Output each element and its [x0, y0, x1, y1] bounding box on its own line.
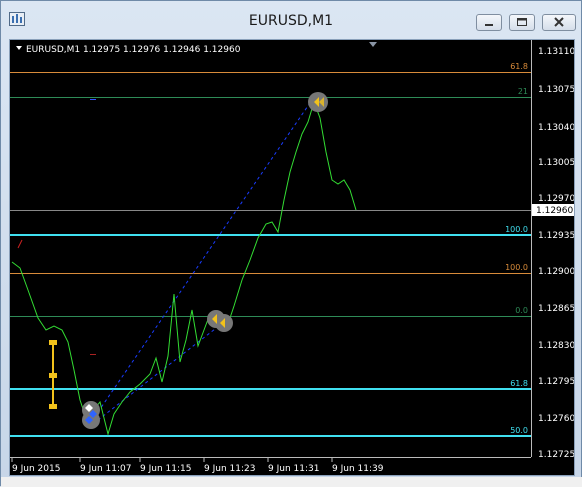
minimize-button[interactable] [476, 14, 502, 31]
time-axis: 9 Jun 2015 9 Jun 11:07 9 Jun 11:15 9 Jun… [11, 458, 384, 474]
symbol-menu-arrow-icon[interactable] [16, 46, 22, 50]
chart-header: EURUSD,M1 1.12975 1.12976 1.12946 1.1296… [26, 45, 241, 55]
fib-label-upper-61.8: 61.8 [510, 62, 528, 71]
current-price-label: 1.12960 [536, 206, 573, 216]
trend-line-lower[interactable] [97, 321, 225, 421]
time-tick: 9 Jun 11:39 [332, 464, 384, 474]
price-tick: 1.13075 [538, 85, 574, 95]
fib-label-lower-50: 50.0 [510, 426, 528, 435]
fib-label-orange-100: 100.0 [505, 263, 528, 272]
yellow-indicator-icon[interactable] [49, 340, 57, 409]
price-tick: 1.13040 [538, 123, 574, 133]
price-tick: 1.13005 [538, 158, 574, 168]
title-bar[interactable]: EURUSD,M1 [1, 1, 581, 39]
fib-label-lower-61.8: 61.8 [510, 379, 528, 388]
time-tick: 9 Jun 11:31 [268, 464, 319, 474]
chart-canvas[interactable]: EURUSD,M1 1.12975 1.12976 1.12946 1.1296… [10, 40, 574, 475]
minimize-icon [485, 24, 493, 26]
buy-arrow-icon[interactable] [207, 310, 233, 332]
price-tick: 1.12760 [538, 414, 574, 424]
chart-window: EURUSD,M1 EURUSD,M1 1.12975 1.12976 1.12… [0, 0, 582, 487]
close-icon [554, 17, 564, 27]
price-tick: 1.12830 [538, 341, 574, 351]
price-tick: 1.12725 [538, 450, 574, 460]
time-tick: 9 Jun 11:23 [204, 464, 255, 474]
price-chart[interactable]: EURUSD,M1 1.12975 1.12976 1.12946 1.1296… [9, 39, 575, 476]
price-axis: 1.13110 1.13075 1.13040 1.13005 1.12970 … [538, 47, 574, 460]
time-tick: 9 Jun 11:15 [140, 464, 191, 474]
price-tick: 1.13110 [538, 47, 574, 57]
price-tick: 1.12935 [538, 231, 574, 241]
time-tick: 9 Jun 2015 [12, 464, 60, 474]
entry-marker-icon[interactable] [82, 401, 100, 429]
close-button[interactable] [542, 14, 576, 31]
price-tick: 1.12900 [538, 267, 574, 277]
fib-label-21: 21 [518, 87, 528, 96]
fib-label-cyan-100: 100.0 [505, 225, 528, 234]
fib-label-0: 0.0 [515, 306, 528, 315]
price-line[interactable] [11, 100, 357, 436]
maximize-button[interactable] [509, 14, 535, 31]
maximize-icon [517, 18, 527, 26]
red-tick-marker [17, 239, 23, 249]
trend-line-upper[interactable] [97, 99, 313, 413]
sell-arrow-icon[interactable] [308, 92, 328, 112]
price-tick: 1.12970 [538, 194, 574, 204]
time-tick: 9 Jun 11:07 [80, 464, 131, 474]
price-tick: 1.12865 [538, 304, 574, 314]
price-tick: 1.12795 [538, 377, 574, 387]
chart-shift-marker[interactable] [369, 42, 377, 47]
